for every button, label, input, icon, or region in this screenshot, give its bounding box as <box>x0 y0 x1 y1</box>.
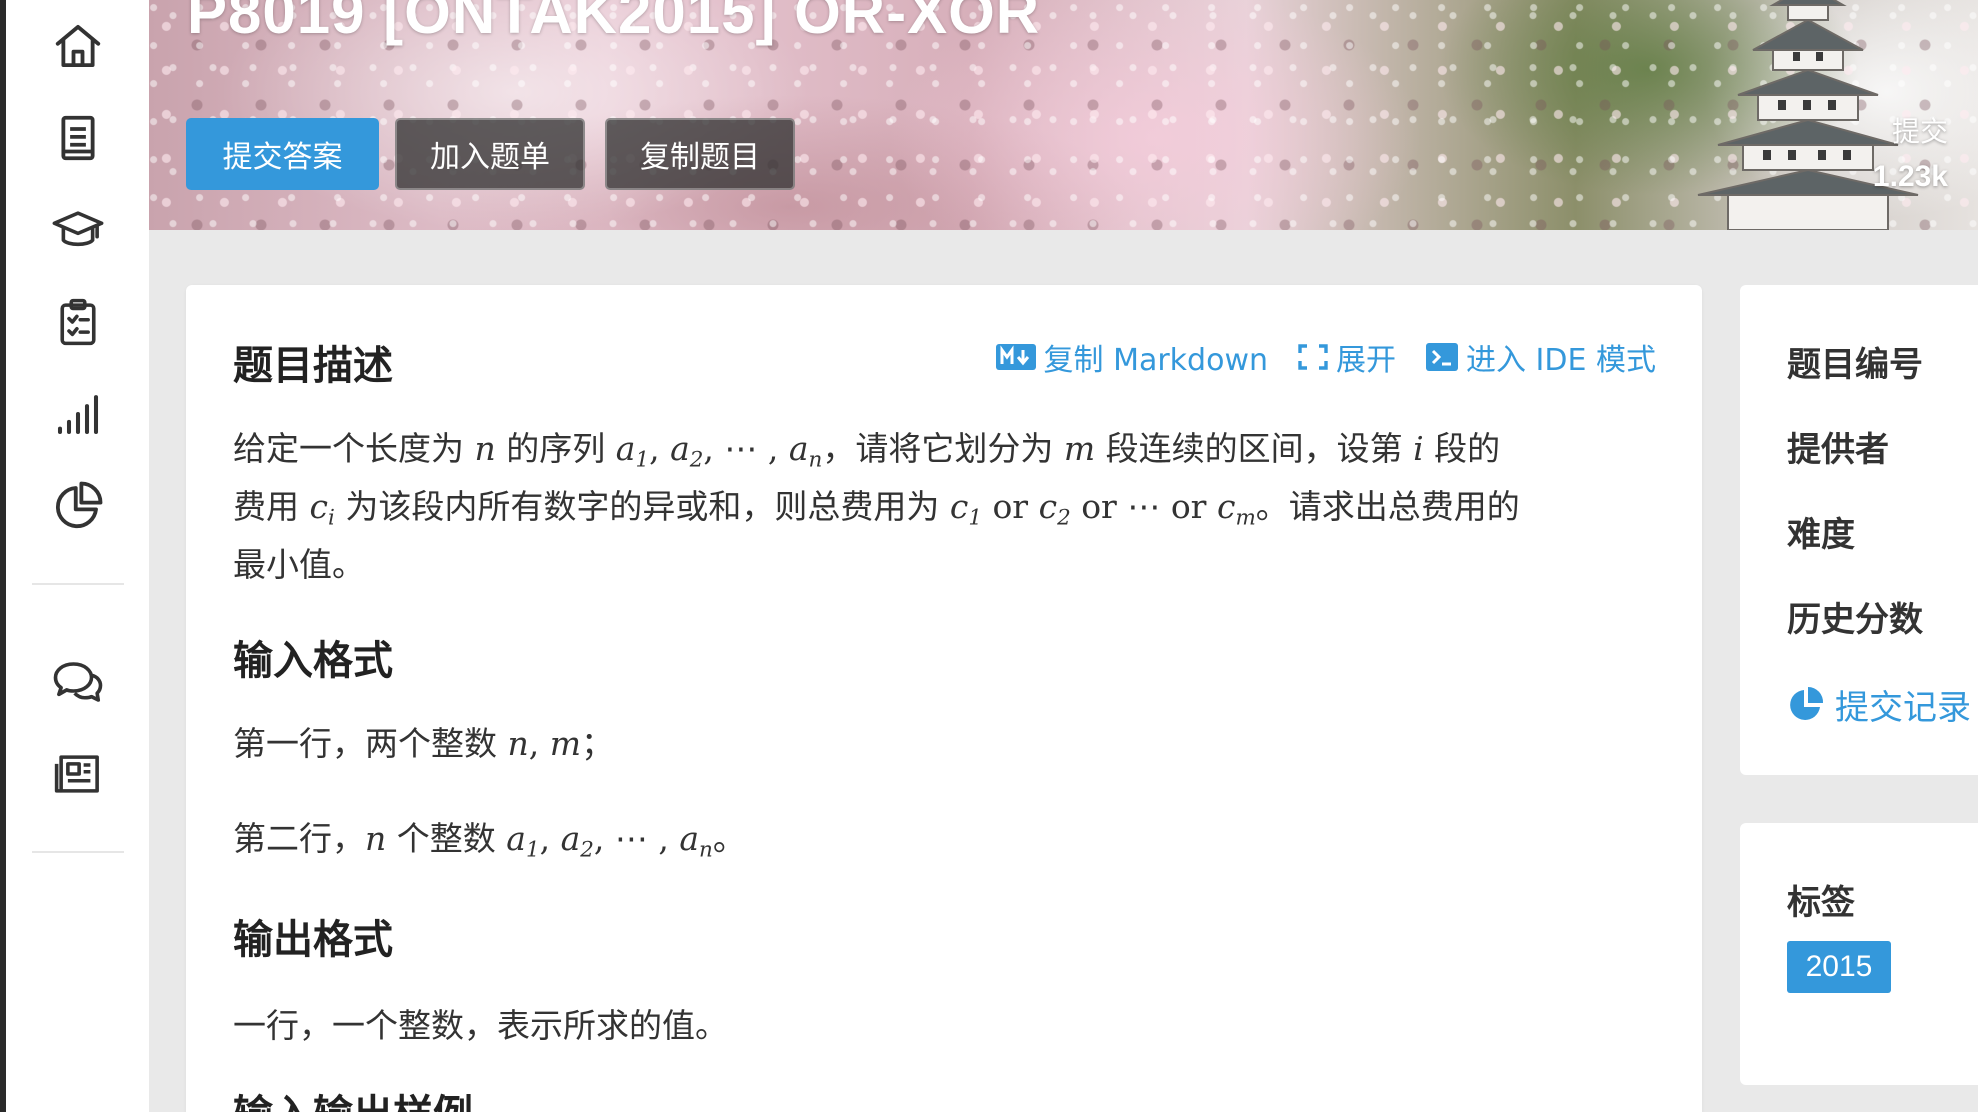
copy-markdown-button[interactable]: 复制 Markdown <box>995 335 1269 379</box>
copy-markdown-label: 复制 Markdown <box>1043 343 1269 378</box>
submit-count-value: 1.23k <box>1872 160 1948 193</box>
expand-button[interactable]: 展开 <box>1298 335 1396 379</box>
home-icon[interactable] <box>48 16 108 76</box>
history-score-label: 历史分数 <box>1787 600 1923 640</box>
content-toolbar: 复制 Markdown 展开 进入 IDE 模式 <box>995 335 1656 379</box>
output-format-heading: 输出格式 <box>233 917 393 963</box>
add-to-list-button[interactable]: 加入题单 <box>395 118 585 190</box>
problem-list-icon[interactable] <box>48 108 108 168</box>
sidebar-divider <box>32 583 124 585</box>
page-title: P8019 [ONTAK2015] OR-XOR <box>187 0 1041 46</box>
expand-label: 展开 <box>1336 343 1397 378</box>
input-format-line-1: 第一行，两个整数 n, m； <box>233 724 615 763</box>
records-icon[interactable] <box>48 476 108 536</box>
provider-label: 提供者 <box>1787 430 1889 470</box>
problem-id-label: 题目编号 <box>1787 345 1923 385</box>
tag-badge[interactable]: 2015 <box>1787 941 1891 993</box>
input-format-heading: 输入格式 <box>233 638 393 684</box>
ide-mode-button[interactable]: 进入 IDE 模式 <box>1426 335 1656 379</box>
problem-content-card: 题目描述 复制 Markdown 展开 进入 IDE 模式 给定一个长度为 n … <box>186 285 1702 1112</box>
sidebar <box>6 0 149 1112</box>
discussion-icon[interactable] <box>48 652 108 712</box>
articles-icon[interactable] <box>48 744 108 804</box>
input-format-line-2: 第二行，n 个整数 a1, a2, ⋯ , an。 <box>233 819 746 863</box>
description-text: 给定一个长度为 n 的序列 a1, a2, ⋯ , an，请将它划分为 m 段连… <box>233 429 1520 584</box>
sample-heading: 输入输出样例 <box>233 1082 473 1112</box>
problem-banner: P8019 [ONTAK2015] OR-XOR 提交答案 加入题单 复制题目 … <box>149 0 1978 230</box>
submit-count-label: 提交 <box>1891 115 1948 148</box>
submit-records-label: 提交记录 <box>1835 688 1971 728</box>
problem-info-card: 题目编号 提供者 难度 历史分数 提交记录 <box>1740 285 1978 775</box>
expand-icon <box>1298 344 1328 370</box>
contest-icon[interactable] <box>48 292 108 352</box>
submit-answer-button[interactable]: 提交答案 <box>186 118 379 190</box>
tags-card: 标签 2015 <box>1740 823 1978 1085</box>
markdown-icon <box>995 344 1036 370</box>
copy-problem-button[interactable]: 复制题目 <box>605 118 795 190</box>
difficulty-label: 难度 <box>1787 515 1855 555</box>
ide-mode-label: 进入 IDE 模式 <box>1466 343 1656 378</box>
output-format-text: 一行，一个整数，表示所求的值。 <box>233 1006 728 1045</box>
terminal-icon <box>1426 343 1459 371</box>
submit-count-stat: 提交 1.23k <box>1873 110 1948 194</box>
submit-records-link[interactable]: 提交记录 <box>1787 680 1971 729</box>
pie-chart-icon <box>1790 686 1824 720</box>
sidebar-divider <box>32 851 124 853</box>
training-icon[interactable] <box>48 200 108 260</box>
tags-heading: 标签 <box>1787 883 1855 923</box>
ranking-icon[interactable] <box>48 384 108 444</box>
description-heading: 题目描述 <box>233 343 393 389</box>
